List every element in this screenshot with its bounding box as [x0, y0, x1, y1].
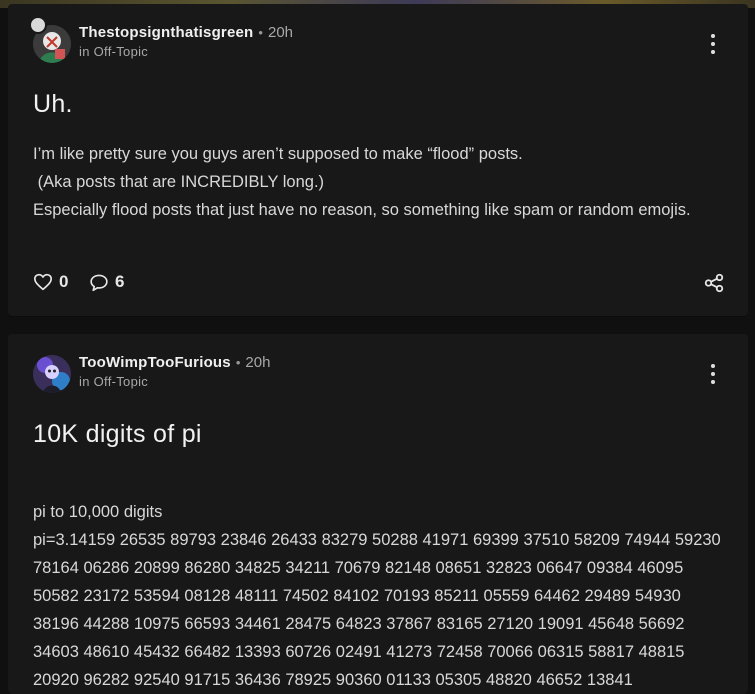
post-header: TooWimpTooFurious • 20h in Off-Topic — [33, 352, 723, 393]
more-vertical-icon[interactable] — [703, 362, 723, 386]
post-time: 20h — [267, 24, 294, 41]
post-body[interactable]: pi to 10,000 digits pi=3.14159 26535 897… — [33, 498, 723, 694]
avatar[interactable] — [33, 355, 71, 393]
post-time: 20h — [245, 354, 271, 371]
post-title[interactable]: Uh. — [33, 90, 73, 119]
community-link[interactable]: in Off-Topic — [79, 44, 293, 59]
post-title[interactable]: 10K digits of pi — [33, 420, 202, 449]
body-line: pi=3.14159 26535 89793 23846 26433 83279… — [33, 531, 726, 689]
body-line: I’m like pretty sure you guys aren’t sup… — [33, 145, 523, 163]
comment-icon — [90, 274, 108, 291]
post-meta: TooWimpTooFurious • 20h in Off-Topic — [79, 354, 270, 389]
share-button[interactable] — [703, 272, 725, 299]
more-vertical-icon[interactable] — [703, 32, 723, 56]
comment-count: 6 — [115, 272, 125, 291]
like-count: 0 — [59, 272, 69, 291]
body-line: pi to 10,000 digits — [33, 503, 163, 521]
author-name[interactable]: Thestopsignthatisgreen — [79, 24, 253, 41]
post-card[interactable]: Thestopsignthatisgreen • 20h in Off-Topic … — [8, 4, 748, 316]
body-line: Especially flood posts that just have no… — [33, 201, 691, 219]
author-name[interactable]: TooWimpTooFurious — [79, 354, 231, 371]
status-badge — [29, 16, 47, 34]
community-link[interactable]: in Off-Topic — [79, 374, 270, 389]
separator-dot: • — [235, 355, 241, 370]
post-body[interactable]: I’m like pretty sure you guys aren’t sup… — [33, 140, 723, 224]
post-meta: Thestopsignthatisgreen • 20h in Off-Topic — [79, 24, 293, 59]
share-icon — [704, 273, 724, 293]
heart-icon — [33, 273, 52, 291]
comment-button[interactable]: 6 — [89, 272, 124, 292]
post-actions: 0 6 — [33, 272, 725, 299]
avatar-image — [33, 355, 71, 393]
body-line: (Aka posts that are INCREDIBLY long.) — [33, 173, 325, 191]
like-button[interactable]: 0 — [33, 272, 68, 292]
post-card[interactable]: TooWimpTooFurious • 20h in Off-Topic 10K d… — [8, 334, 748, 694]
post-header: Thestopsignthatisgreen • 20h in Off-Topic — [29, 16, 723, 63]
separator-dot: • — [258, 25, 263, 40]
